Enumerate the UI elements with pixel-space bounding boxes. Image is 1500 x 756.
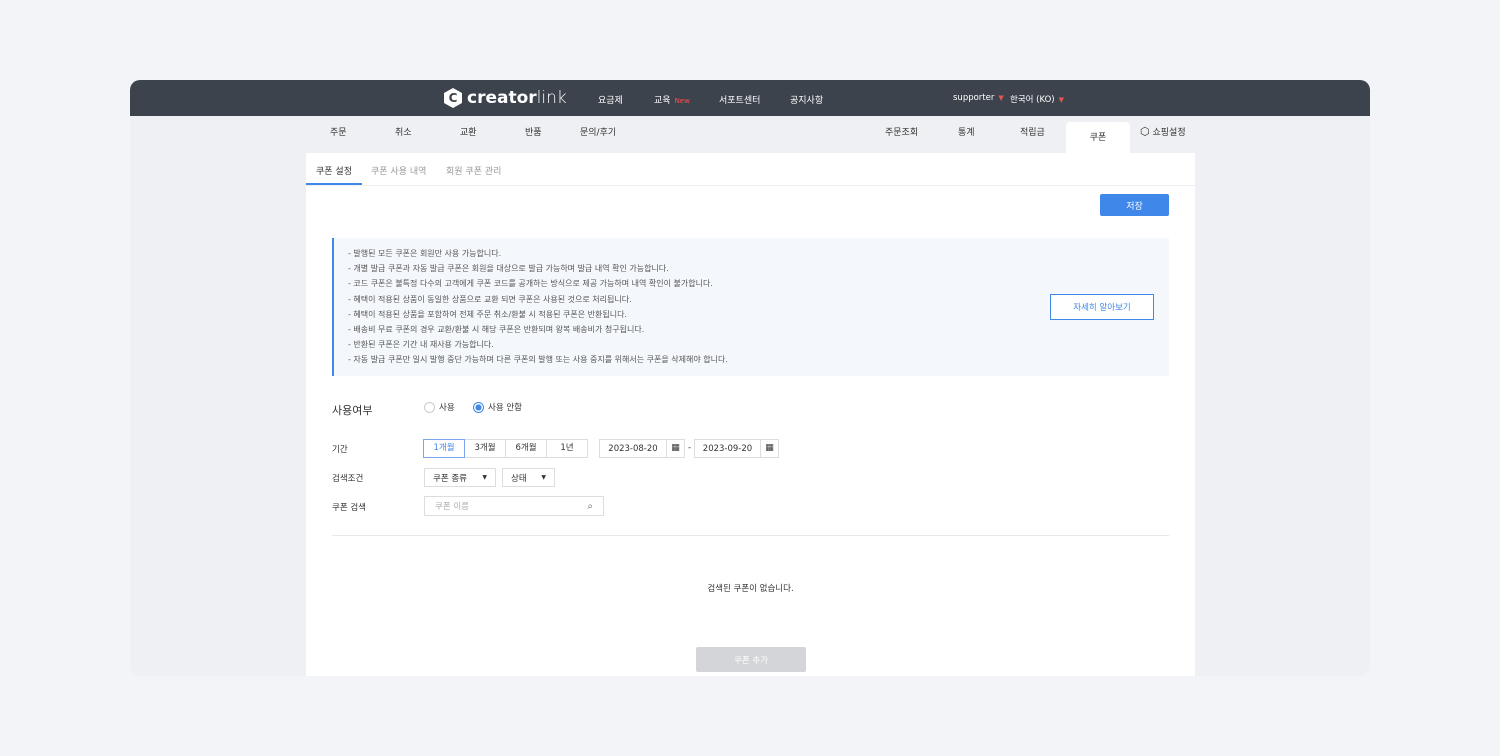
tab-order[interactable]: 주문 — [330, 125, 347, 138]
calendar-icon[interactable]: ▦ — [760, 440, 778, 457]
end-date: 2023-09-20 — [702, 443, 753, 454]
logo[interactable]: Ccreatorlink — [444, 88, 567, 108]
new-badge: New — [674, 97, 690, 105]
status-value: 상태 — [511, 473, 527, 484]
tab-stats[interactable]: 통계 — [958, 125, 975, 138]
app-window: Ccreatorlink 요금제 교육 New 서포트센터 공지사항 suppor… — [130, 80, 1370, 676]
period-label: 기간 — [332, 445, 348, 455]
period-selector: 1개월 3개월 6개월 1년 — [423, 439, 588, 458]
notice-line: - 배송비 무료 쿠폰의 경우 교환/환불 시 해당 쿠폰은 반환되며 왕복 배… — [348, 325, 645, 335]
divider — [332, 535, 1169, 536]
logo-icon: C — [444, 88, 462, 108]
coupon-search-label: 쿠폰 검색 — [332, 503, 366, 513]
nav-pricing[interactable]: 요금제 — [598, 93, 623, 106]
filter-label: 검색조건 — [332, 474, 364, 484]
period-6-months[interactable]: 6개월 — [505, 439, 547, 458]
caret-down-icon: ▼ — [998, 94, 1004, 102]
save-button[interactable]: 저장 — [1100, 194, 1169, 216]
gear-icon: ⬡ — [1140, 125, 1150, 138]
nav-notice[interactable]: 공지사항 — [790, 93, 823, 106]
language-label: 한국어 (KO) — [1010, 95, 1055, 105]
notice-line: - 자동 발급 쿠폰만 일시 발행 중단 가능하며 다른 쿠폰의 발행 또는 사… — [348, 355, 728, 365]
shop-settings-label: 쇼핑설정 — [1152, 128, 1186, 138]
radio-label: 사용 — [439, 403, 455, 413]
caret-down-icon: ▼ — [541, 474, 546, 481]
subtab-member-coupon[interactable]: 회원 쿠폰 관리 — [446, 164, 501, 177]
tab-shop-settings[interactable]: ⬡ 쇼핑설정 — [1140, 125, 1186, 138]
start-date: 2023-08-20 — [608, 443, 658, 454]
caret-down-icon: ▼ — [482, 474, 487, 481]
tab-points[interactable]: 적립금 — [1020, 125, 1045, 138]
period-3-months[interactable]: 3개월 — [464, 439, 506, 458]
active-subtab-indicator — [306, 183, 362, 185]
calendar-icon[interactable]: ▦ — [666, 440, 684, 457]
date-separator: - — [688, 443, 692, 453]
notice-box: - 발행된 모든 쿠폰은 회원만 사용 가능합니다. - 개별 발급 쿠폰과 자… — [332, 238, 1169, 376]
tab-inquiry[interactable]: 문의/후기 — [580, 125, 616, 138]
logo-text-light: link — [536, 88, 567, 108]
tab-return[interactable]: 반품 — [525, 125, 542, 138]
usage-label: 사용여부 — [332, 404, 373, 417]
notice-line: - 반환된 쿠폰은 기간 내 재사용 가능합니다. — [348, 340, 494, 350]
user-menu[interactable]: supporter ▼ — [953, 93, 1004, 103]
coupon-type-select[interactable]: 쿠폰 종류 ▼ — [424, 468, 496, 487]
tab-order-lookup[interactable]: 주문조회 — [885, 125, 918, 138]
radio-not-use[interactable]: 사용 안함 — [473, 401, 522, 413]
subtab-coupon-settings[interactable]: 쿠폰 설정 — [316, 164, 352, 177]
notice-line: - 혜택이 적용된 상품이 동일한 상품으로 교환 되면 쿠폰은 사용된 것으로… — [348, 294, 632, 304]
user-name: supporter — [953, 93, 995, 103]
end-date-field[interactable]: 2023-09-20 ▦ — [694, 439, 779, 458]
nav-support[interactable]: 서포트센터 — [719, 93, 760, 106]
notice-line: - 개별 발급 쿠폰과 자동 발급 쿠폰은 회원을 대상으로 발급 가능하며 발… — [348, 264, 669, 274]
notice-line: - 코드 쿠폰은 불특정 다수의 고객에게 쿠폰 코드를 공개하는 방식으로 제… — [348, 279, 713, 289]
period-1-year[interactable]: 1년 — [546, 439, 588, 458]
coupon-settings-panel: 쿠폰 설정 쿠폰 사용 내역 회원 쿠폰 관리 저장 - 발행된 모든 쿠폰은 … — [306, 153, 1195, 676]
status-select[interactable]: 상태 ▼ — [502, 468, 555, 487]
tab-cancel[interactable]: 취소 — [395, 125, 412, 138]
notice-line: - 혜택이 적용된 상품을 포함하여 전체 주문 취소/환불 시 적용된 쿠폰은… — [348, 309, 627, 319]
nav-education-label: 교육 — [654, 96, 671, 106]
coupon-search-input[interactable]: 쿠폰 이름 ⌕ — [424, 496, 604, 516]
learn-more-button[interactable]: 자세히 알아보기 — [1050, 294, 1154, 320]
coupon-type-value: 쿠폰 종류 — [433, 473, 467, 484]
search-placeholder: 쿠폰 이름 — [435, 502, 469, 512]
radio-label: 사용 안함 — [488, 403, 522, 413]
subtab-coupon-history[interactable]: 쿠폰 사용 내역 — [371, 164, 426, 177]
empty-message: 검색된 쿠폰이 없습니다. — [707, 584, 794, 594]
tab-coupon[interactable]: 쿠폰 — [1066, 122, 1130, 154]
notice-line: - 발행된 모든 쿠폰은 회원만 사용 가능합니다. — [348, 249, 502, 258]
radio-icon — [424, 402, 435, 413]
add-coupon-button[interactable]: 쿠폰 추가 — [696, 647, 806, 672]
start-date-field[interactable]: 2023-08-20 ▦ — [599, 439, 685, 458]
divider — [306, 185, 1195, 186]
search-icon[interactable]: ⌕ — [587, 501, 593, 512]
radio-use[interactable]: 사용 — [424, 401, 455, 413]
language-menu[interactable]: 한국어 (KO) ▼ — [1010, 93, 1064, 105]
top-header: Ccreatorlink 요금제 교육 New 서포트센터 공지사항 suppor… — [130, 80, 1370, 116]
period-1-month[interactable]: 1개월 — [423, 439, 465, 458]
nav-education[interactable]: 교육 New — [654, 93, 690, 106]
tab-exchange[interactable]: 교환 — [460, 125, 477, 138]
caret-down-icon: ▼ — [1058, 96, 1064, 104]
radio-checked-icon — [473, 402, 484, 413]
logo-text-bold: creator — [467, 88, 537, 108]
